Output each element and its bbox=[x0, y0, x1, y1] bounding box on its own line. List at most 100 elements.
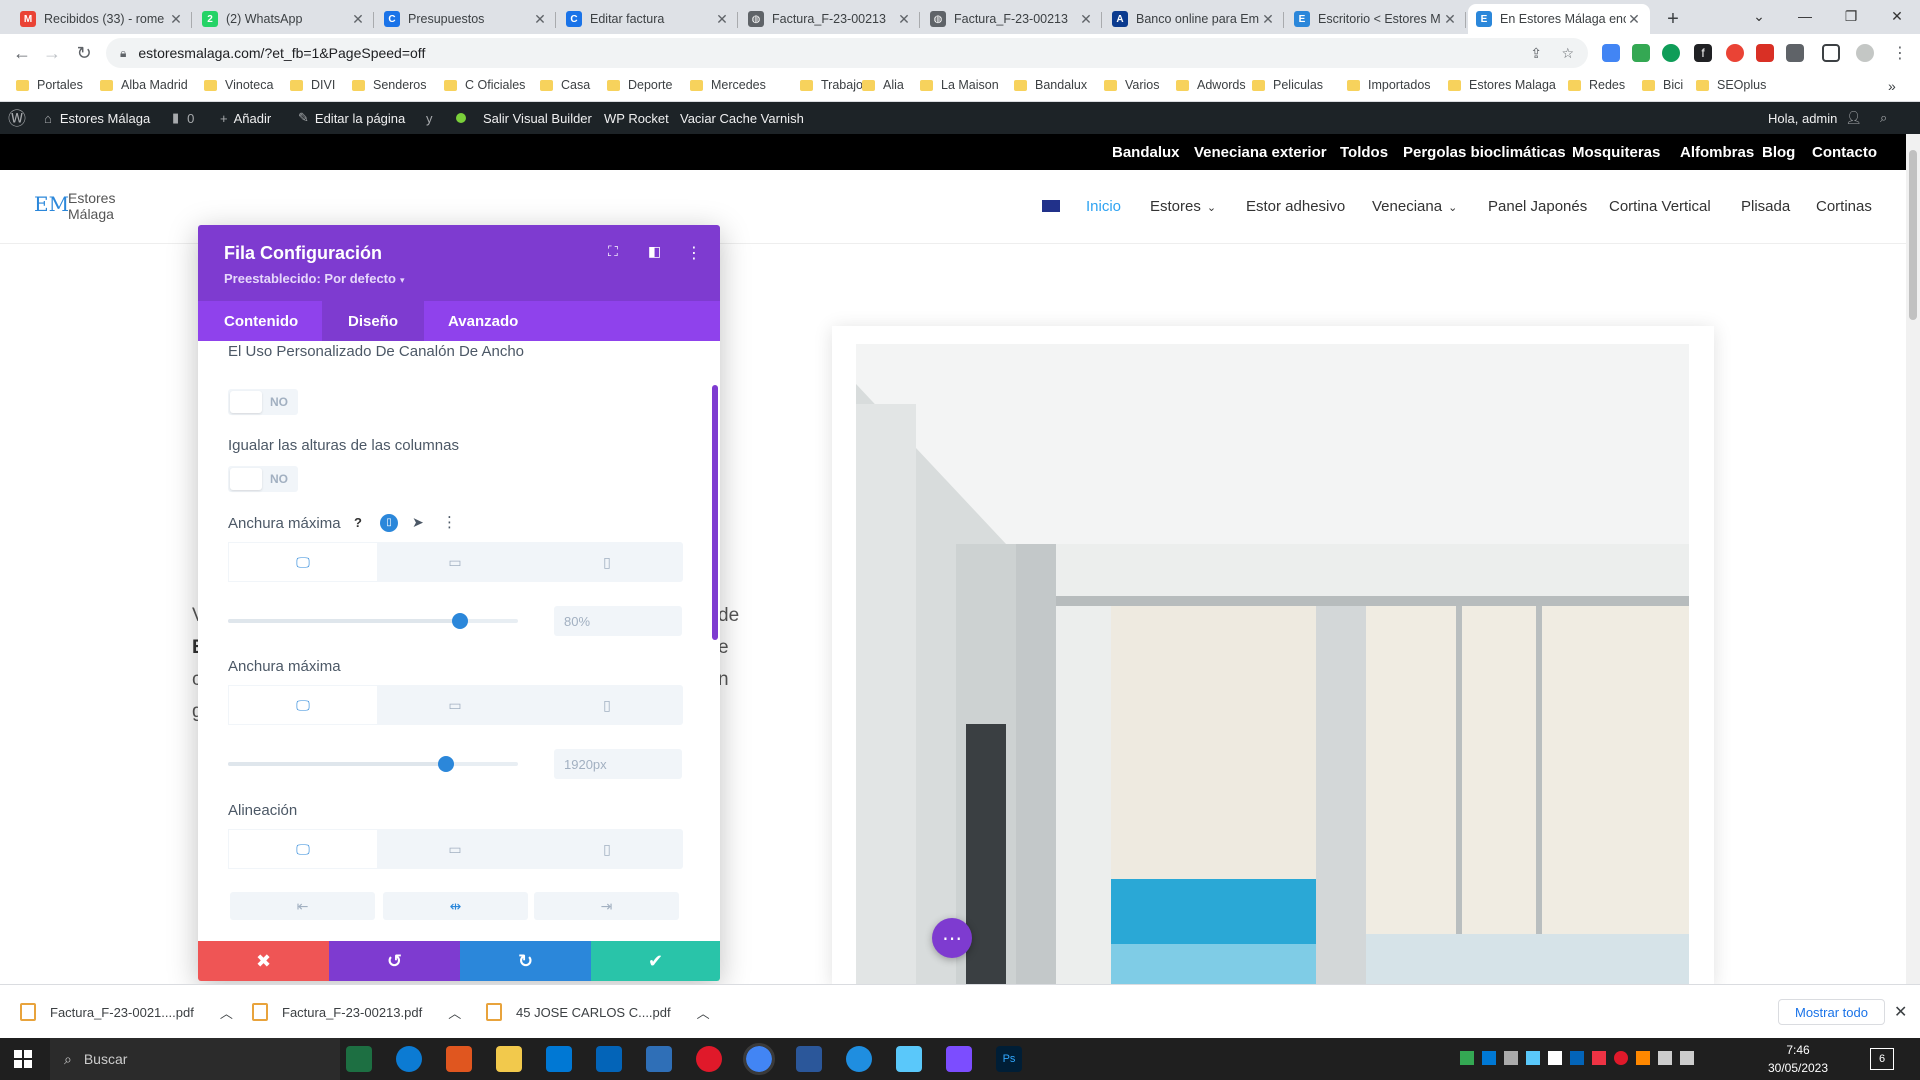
align-left-button[interactable]: ⇤ bbox=[230, 892, 375, 920]
file-explorer-icon[interactable] bbox=[496, 1046, 522, 1072]
app-icon[interactable] bbox=[446, 1046, 472, 1072]
close-icon[interactable]: ✕ bbox=[1260, 11, 1276, 28]
site-logo[interactable]: EM Estores Málaga bbox=[34, 188, 134, 232]
topnav-link[interactable]: Bandalux bbox=[1112, 144, 1180, 161]
topnav-link[interactable]: Contacto bbox=[1812, 144, 1877, 161]
bookmark-folder[interactable]: Portales bbox=[16, 78, 83, 92]
bookmark-folder[interactable]: Alba Madrid bbox=[100, 78, 188, 92]
align-right-button[interactable]: ⇥ bbox=[534, 892, 679, 920]
menu-cortinas[interactable]: Cortinas bbox=[1816, 198, 1872, 215]
app-icon[interactable] bbox=[646, 1046, 672, 1072]
builder-more-button[interactable]: ⋯ bbox=[932, 918, 972, 958]
extension-icon[interactable] bbox=[1662, 44, 1680, 62]
close-downloads-icon[interactable]: ✕ bbox=[1894, 999, 1907, 1025]
tab-avanzado[interactable]: Avanzado bbox=[422, 301, 544, 341]
scrollbar-thumb[interactable] bbox=[1909, 150, 1917, 320]
excel-icon[interactable] bbox=[346, 1046, 372, 1072]
tray-icon[interactable] bbox=[1548, 1051, 1562, 1065]
topnav-link[interactable]: Blog bbox=[1762, 144, 1795, 161]
tablet-tab[interactable]: ▭ bbox=[380, 542, 530, 582]
tab-diseno[interactable]: Diseño bbox=[322, 301, 425, 341]
width-value-input[interactable]: 80% bbox=[554, 606, 682, 636]
modal-scrollbar[interactable] bbox=[712, 385, 718, 640]
bluetooth-icon[interactable] bbox=[1526, 1051, 1540, 1065]
help-icon[interactable]: ? bbox=[354, 515, 362, 530]
reload-icon[interactable]: ↻ bbox=[72, 42, 96, 64]
bookmarks-overflow-icon[interactable]: » bbox=[1888, 78, 1896, 94]
bookmark-folder[interactable]: Alia bbox=[862, 78, 904, 92]
yoast-icon[interactable]: y bbox=[426, 102, 433, 134]
bookmark-folder[interactable]: Redes bbox=[1568, 78, 1625, 92]
bookmark-folder[interactable]: Vinoteca bbox=[204, 78, 273, 92]
wp-comments-link[interactable]: ▮ 0 bbox=[172, 102, 194, 134]
wp-account-link[interactable]: Hola, admin 👤︎ bbox=[1768, 102, 1862, 134]
tab-presupuestos[interactable]: C Presupuestos ✕ bbox=[376, 4, 556, 34]
word-icon[interactable] bbox=[796, 1046, 822, 1072]
menu-inicio[interactable]: Inicio bbox=[1086, 198, 1121, 215]
close-icon[interactable]: ✕ bbox=[714, 11, 730, 28]
bookmark-folder[interactable]: C Oficiales bbox=[444, 78, 525, 92]
store-icon[interactable] bbox=[546, 1046, 572, 1072]
phone-tab[interactable]: ▯ bbox=[532, 829, 682, 869]
bookmark-folder[interactable]: La Maison bbox=[920, 78, 999, 92]
max-width-value-input[interactable]: 1920px bbox=[554, 749, 682, 779]
tray-icon[interactable] bbox=[1460, 1051, 1474, 1065]
photoshop-icon[interactable]: Ps bbox=[996, 1046, 1022, 1072]
preset-selector[interactable]: Preestablecido: Por defecto ▾ bbox=[224, 271, 404, 286]
bookmark-folder[interactable]: Adwords bbox=[1176, 78, 1246, 92]
taskbar-search[interactable]: ⌕ Buscar bbox=[50, 1038, 340, 1080]
pdf-extension-icon[interactable] bbox=[1756, 44, 1774, 62]
bookmark-folder[interactable]: Varios bbox=[1104, 78, 1160, 92]
opera-icon[interactable] bbox=[696, 1046, 722, 1072]
forward-arrow-icon[interactable]: → bbox=[40, 42, 64, 64]
network-icon[interactable] bbox=[1658, 1051, 1672, 1065]
outlook-tray-icon[interactable] bbox=[1570, 1051, 1584, 1065]
download-item[interactable]: Factura_F-23-00213.pdf ︿ bbox=[252, 999, 461, 1025]
close-icon[interactable]: ✕ bbox=[896, 11, 912, 28]
bookmark-folder[interactable]: DIVI bbox=[290, 78, 335, 92]
options-kebab-icon[interactable]: ⋮ bbox=[442, 513, 457, 531]
bookmark-folder[interactable]: Bici bbox=[1642, 78, 1683, 92]
equal-heights-toggle[interactable]: NO bbox=[228, 466, 298, 492]
expand-icon[interactable]: ⛶ bbox=[608, 243, 618, 260]
undo-button[interactable]: ↺ bbox=[329, 941, 460, 981]
exit-visual-builder-link[interactable]: Salir Visual Builder bbox=[483, 102, 592, 134]
download-item[interactable]: Factura_F-23-0021....pdf ︿ bbox=[20, 999, 233, 1025]
topnav-link[interactable]: Toldos bbox=[1340, 144, 1388, 161]
tab-factura-1[interactable]: ◍ Factura_F-23-00213 ✕ bbox=[740, 4, 920, 34]
topnav-link[interactable]: Pergolas bioclimáticas bbox=[1403, 144, 1566, 161]
bookmark-folder[interactable]: Estores Malaga bbox=[1448, 78, 1556, 92]
menu-estores[interactable]: Estores ⌄ bbox=[1150, 198, 1216, 215]
menu-plisada[interactable]: Plisada bbox=[1741, 198, 1790, 215]
address-bar[interactable]: 🔒︎ estoresmalaga.com/?et_fb=1&PageSpeed=… bbox=[106, 38, 1588, 68]
bookmark-folder[interactable]: Importados bbox=[1347, 78, 1431, 92]
tab-contenido[interactable]: Contenido bbox=[198, 301, 324, 341]
tray-icon[interactable] bbox=[1592, 1051, 1606, 1065]
back-arrow-icon[interactable]: ← bbox=[10, 42, 34, 64]
sidepanel-icon[interactable] bbox=[1822, 44, 1840, 62]
tab-escritorio[interactable]: E Escritorio < Estores M ✕ bbox=[1286, 4, 1466, 34]
close-icon[interactable]: ✕ bbox=[532, 11, 548, 28]
tray-icon[interactable] bbox=[1636, 1051, 1650, 1065]
window-close-icon[interactable]: ✕ bbox=[1874, 0, 1920, 32]
topnav-link[interactable]: Veneciana exterior bbox=[1194, 144, 1327, 161]
width-slider[interactable] bbox=[228, 613, 518, 629]
function-extension-icon[interactable]: f bbox=[1694, 44, 1712, 62]
tab-estores-active[interactable]: E En Estores Málaga enc ✕ bbox=[1468, 4, 1650, 34]
close-icon[interactable]: ✕ bbox=[1626, 11, 1642, 28]
menu-veneciana[interactable]: Veneciana ⌄ bbox=[1372, 198, 1457, 215]
tab-whatsapp[interactable]: 2 (2) WhatsApp ✕ bbox=[194, 4, 374, 34]
tab-factura-2[interactable]: ◍ Factura_F-23-00213 ✕ bbox=[922, 4, 1102, 34]
gutter-width-toggle[interactable]: NO bbox=[228, 389, 298, 415]
bookmark-folder[interactable]: SEOplus bbox=[1696, 78, 1766, 92]
close-icon[interactable]: ✕ bbox=[1078, 11, 1094, 28]
bookmark-folder[interactable]: Bandalux bbox=[1014, 78, 1087, 92]
chrome-icon[interactable] bbox=[743, 1043, 775, 1075]
split-view-icon[interactable]: ◧ bbox=[648, 243, 661, 260]
edge-icon[interactable] bbox=[396, 1046, 422, 1072]
close-icon[interactable]: ✕ bbox=[168, 11, 184, 28]
tab-search-chevron-icon[interactable]: ⌄ bbox=[1736, 0, 1782, 32]
minimize-icon[interactable]: — bbox=[1782, 0, 1828, 32]
windows-start-icon[interactable] bbox=[14, 1050, 32, 1068]
onedrive-icon[interactable] bbox=[896, 1046, 922, 1072]
